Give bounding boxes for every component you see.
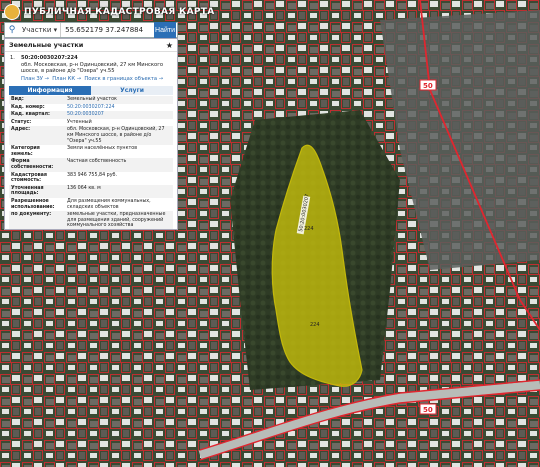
info-row-value[interactable]: 50:20:0030207 bbox=[65, 111, 173, 119]
tab-information[interactable]: Информация bbox=[9, 86, 91, 95]
info-row-value: Частная собственность bbox=[65, 158, 173, 172]
info-row-key: Кад. квартал: bbox=[9, 111, 65, 119]
parcel-info-table: Вид: Земельный участок Кад. номер: 50:20:00… bbox=[9, 96, 173, 229]
info-row: Вид: Земельный участок bbox=[9, 96, 173, 104]
info-row-value: обл. Московская, р-н Одинцовский, 27 км … bbox=[65, 126, 173, 146]
result-links: План ЗУ → План КК → Поиск в границах объ… bbox=[21, 75, 164, 82]
road-number-badge: 50 bbox=[419, 79, 437, 91]
info-row-value: 136 064 кв. м bbox=[65, 184, 173, 198]
info-row-key: Разрешенное использование: bbox=[11, 198, 55, 210]
search-in-bounds-link[interactable]: Поиск в границах объекта bbox=[84, 76, 157, 82]
rosreestr-logo-icon bbox=[4, 4, 20, 20]
info-row-key: Статус: bbox=[11, 119, 32, 125]
info-row-value: Для размещения коммунальных, складских о… bbox=[67, 198, 151, 210]
plan-zu-link[interactable]: План ЗУ bbox=[21, 76, 43, 82]
info-row-key: Кад. номер: bbox=[11, 104, 45, 110]
result-index: 1. bbox=[10, 55, 15, 61]
parcel-label-number-2: 224 bbox=[310, 322, 320, 328]
info-row: Уточненная площадь: 136 064 кв. м bbox=[9, 184, 173, 198]
info-row-value: Учтенный bbox=[67, 119, 92, 125]
info-row-value: земельные участки, предназначенные для р… bbox=[65, 211, 173, 229]
star-icon[interactable]: ★ bbox=[166, 41, 173, 50]
info-row-key: по документу: bbox=[9, 211, 65, 229]
info-row-value: Земли населённых пунктов bbox=[67, 146, 138, 152]
road-number-badge-2: 50 bbox=[419, 403, 437, 415]
info-row-key: Кадастровая стоимость: bbox=[11, 172, 47, 184]
info-row: Форма собственности: Частная собственност… bbox=[9, 158, 173, 172]
panel-tabs: Информация Услуги bbox=[9, 86, 173, 95]
app-header: ПУБЛИЧНАЯ КАДАСТРОВАЯ КАРТА bbox=[4, 4, 214, 20]
svg-text:50: 50 bbox=[423, 82, 433, 90]
search-result[interactable]: 1. 50:20:0030207:224 обл. Московская, р-… bbox=[5, 52, 177, 84]
info-panel: Земельные участки ★ 1. 50:20:0030207:224… bbox=[4, 38, 178, 230]
info-row-value[interactable]: 50:20:0030207:224 bbox=[65, 104, 173, 112]
info-row-key: Уточненная площадь: bbox=[9, 184, 65, 198]
tab-services[interactable]: Услуги bbox=[91, 86, 173, 95]
search-bar: ⚲ Участки ▾ 55.652179 37.247884 bbox=[4, 22, 178, 38]
info-row: по документу: земельные участки, предназн… bbox=[9, 211, 173, 229]
info-row: Статус: Учтенный bbox=[9, 119, 173, 127]
parcel-label-number: 224 bbox=[304, 226, 314, 232]
panel-header: Земельные участки ★ bbox=[5, 39, 177, 52]
find-button[interactable]: Найти bbox=[154, 22, 176, 38]
svg-text:50: 50 bbox=[423, 406, 433, 414]
info-row-value: 383 946 755,84 руб. bbox=[67, 172, 118, 178]
info-row: Адрес: обл. Московская, р-н Одинцовский, … bbox=[9, 126, 173, 146]
info-row: Разрешенное использование: Для размещения… bbox=[9, 198, 173, 211]
info-row: Кад. номер: 50:20:0030207:224 bbox=[9, 104, 173, 112]
info-row-value: Земельный участок bbox=[65, 96, 173, 104]
info-row-key: Адрес: bbox=[9, 126, 65, 146]
search-type-select[interactable]: Участки ▾ bbox=[19, 23, 62, 37]
app-title: ПУБЛИЧНАЯ КАДАСТРОВАЯ КАРТА bbox=[24, 7, 215, 17]
search-icon[interactable]: ⚲ bbox=[5, 23, 19, 37]
info-row: Кад. квартал: 50:20:0030207 bbox=[9, 111, 173, 119]
result-address: обл. Московская, р-н Одинцовский, 27 км … bbox=[21, 61, 164, 75]
info-row: Кадастровая стоимость: 383 946 755,84 руб… bbox=[9, 172, 173, 185]
plan-kk-link[interactable]: План КК bbox=[52, 76, 75, 82]
info-row-key: Вид: bbox=[9, 96, 65, 104]
panel-title: Земельные участки bbox=[9, 41, 84, 49]
info-row: Категория земель: Земли населённых пункто… bbox=[9, 145, 173, 158]
info-row-key: Форма собственности: bbox=[9, 158, 65, 172]
info-row-key: Категория земель: bbox=[11, 146, 40, 157]
